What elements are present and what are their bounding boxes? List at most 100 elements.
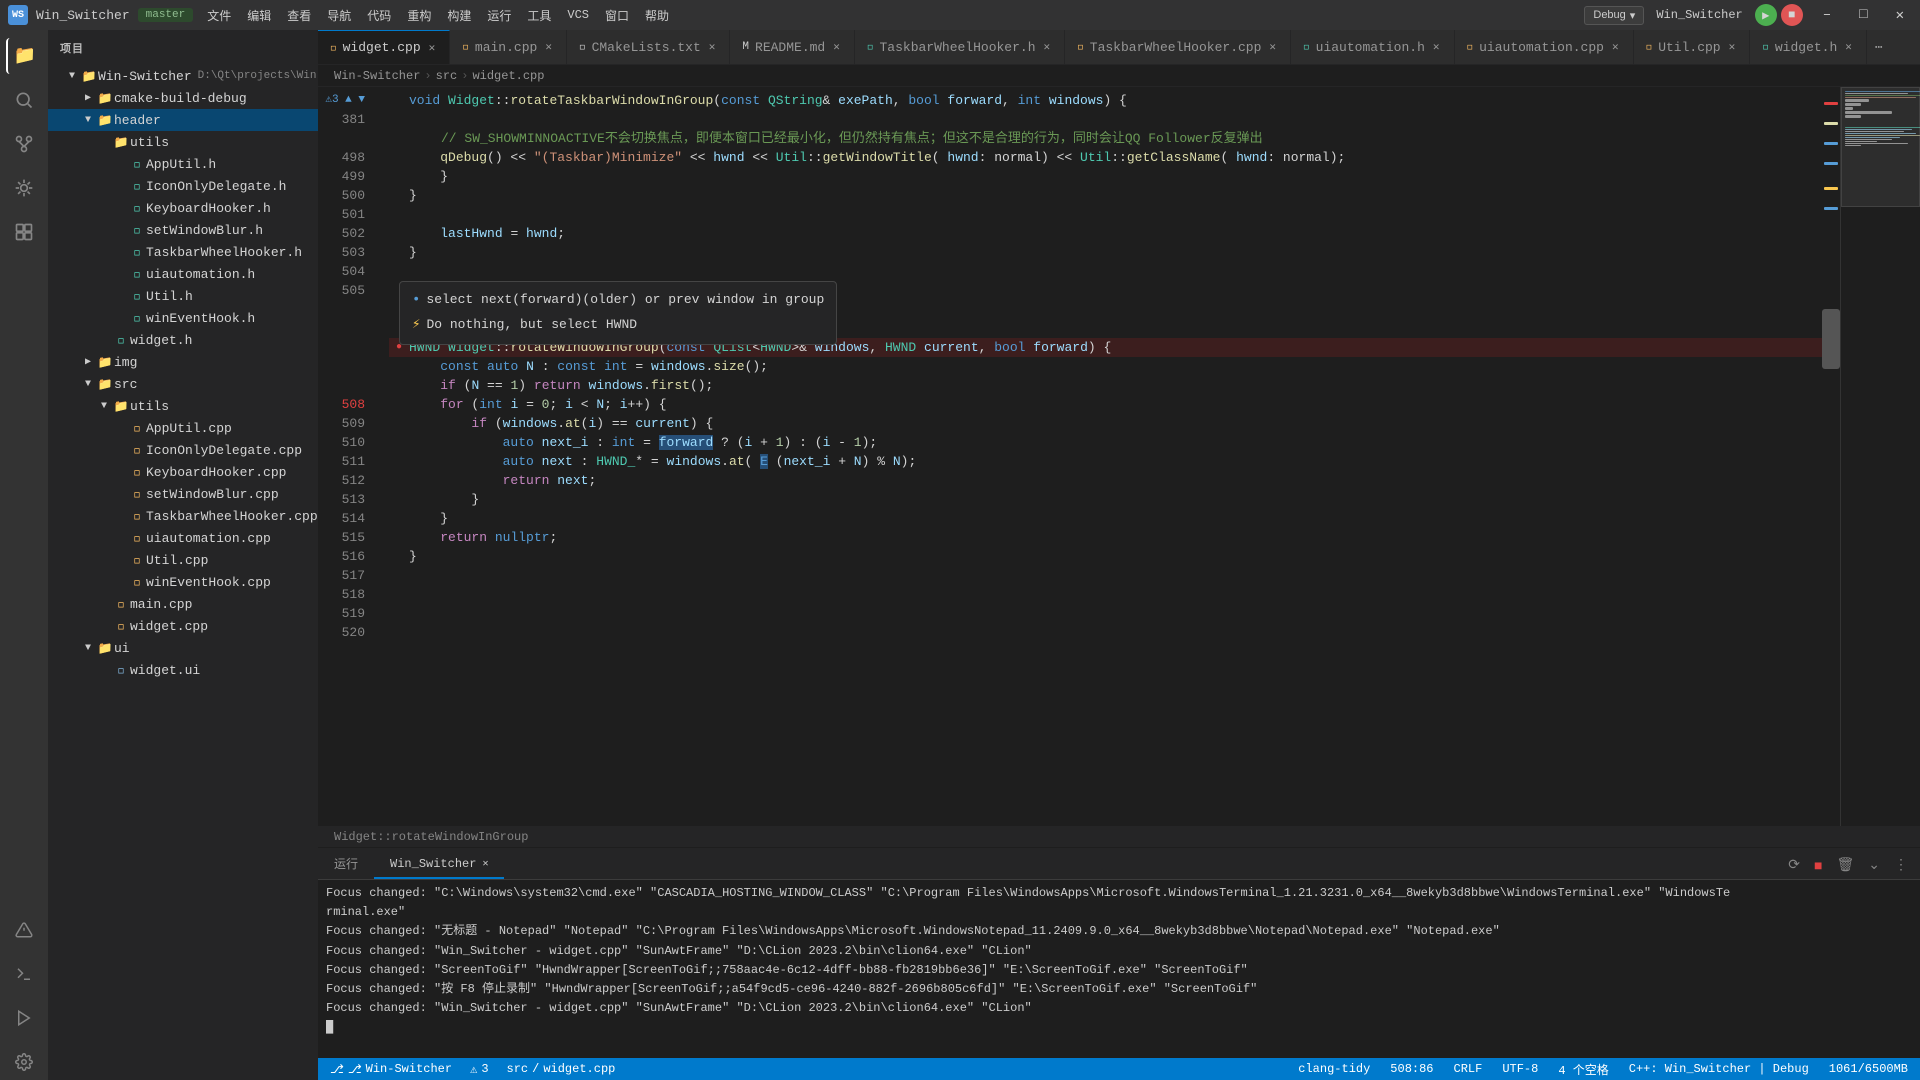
tab-close-button[interactable]: ✕ [1843, 38, 1854, 56]
vertical-scrollbar-thumb[interactable] [1822, 309, 1840, 369]
run-icon[interactable]: ▶ [1755, 4, 1777, 26]
tree-item-util-h[interactable]: ◽ Util.h [48, 285, 318, 307]
tab-util-cpp[interactable]: ◽ Util.cpp ✕ [1634, 30, 1751, 64]
tree-item-keyboard-cpp[interactable]: ◽ KeyboardHooker.cpp [48, 461, 318, 483]
menu-tools[interactable]: 工具 [521, 5, 557, 26]
menu-help[interactable]: 帮助 [639, 5, 675, 26]
tree-item-apputil-h[interactable]: ◽ AppUtil.h [48, 153, 318, 175]
code-area[interactable]: ⚠3 ▲ ▼ 381 498 499 500 501 502 503 504 5… [318, 87, 1840, 826]
tab-close-button[interactable]: ✕ [543, 38, 554, 56]
tree-item-widget-h[interactable]: ◽ widget.h [48, 329, 318, 351]
tree-item-utils-cpp[interactable]: ▼ 📁 utils [48, 395, 318, 417]
tree-item-widget-cpp[interactable]: ◽ widget.cpp [48, 615, 318, 637]
breadcrumb-status[interactable]: src / widget.cpp [503, 1062, 620, 1076]
terminal-output[interactable]: Focus changed: "C:\Windows\system32\cmd.… [318, 880, 1920, 1058]
terminal-prompt[interactable]: █ [326, 1018, 1912, 1037]
tree-item-icononly-h[interactable]: ◽ IconOnlyDelegate.h [48, 175, 318, 197]
tree-item-icononly-cpp[interactable]: ◽ IconOnlyDelegate.cpp [48, 439, 318, 461]
vcs-status[interactable]: ⎇ ⎇ Win-Switcher [326, 1062, 456, 1077]
tree-item-utils-h[interactable]: 📁 utils [48, 131, 318, 153]
tree-item-ui[interactable]: ▼ 📁 ui [48, 637, 318, 659]
restart-button[interactable]: ⟳ [1784, 854, 1804, 875]
indent[interactable]: 4 个空格 [1554, 1061, 1612, 1078]
stop-icon[interactable]: ■ [1781, 4, 1803, 26]
menu-view[interactable]: 查看 [281, 5, 317, 26]
encoding[interactable]: UTF-8 [1498, 1062, 1542, 1076]
code-editor[interactable]: void Widget::rotateTaskbarWindowInGroup(… [373, 87, 1822, 826]
menu-run[interactable]: 运行 [481, 5, 517, 26]
tab-widget-h[interactable]: ◽ widget.h ✕ [1750, 30, 1867, 64]
menu-file[interactable]: 文件 [201, 5, 237, 26]
tab-overflow-button[interactable]: ⋯ [1867, 30, 1891, 64]
tree-item-header[interactable]: ▼ 📁 header [48, 109, 318, 131]
tree-item-uiauto-cpp[interactable]: ◽ uiautomation.cpp [48, 527, 318, 549]
tab-tbwheelhooker-cpp[interactable]: ◽ TaskbarWheelHooker.cpp ✕ [1065, 30, 1291, 64]
tree-item-tbwheel-h[interactable]: ◽ TaskbarWheelHooker.h [48, 241, 318, 263]
menu-refactor[interactable]: 重构 [401, 5, 437, 26]
tab-close-button[interactable]: ✕ [707, 38, 718, 56]
minimap-viewport[interactable] [1841, 87, 1920, 207]
tree-item-apputil-cpp[interactable]: ◽ AppUtil.cpp [48, 417, 318, 439]
menu-code[interactable]: 代码 [361, 5, 397, 26]
tree-item-cmake[interactable]: ▶ 📁 cmake-build-debug [48, 87, 318, 109]
scrollbar-gutter[interactable] [1822, 87, 1840, 826]
menu-edit[interactable]: 编辑 [241, 5, 277, 26]
maximize-button[interactable]: □ [1851, 0, 1875, 30]
tab-close-button[interactable]: ✕ [1431, 38, 1442, 56]
tab-close-button[interactable]: ✕ [1267, 38, 1278, 56]
minimap[interactable] [1840, 87, 1920, 826]
menu-build[interactable]: 构建 [441, 5, 477, 26]
breadcrumb-item-src[interactable]: src [436, 69, 458, 83]
tab-cmakelists[interactable]: ◽ CMakeLists.txt ✕ [567, 30, 730, 64]
activity-warnings[interactable] [6, 912, 42, 948]
linting-status[interactable]: clang-tidy [1294, 1062, 1374, 1076]
tab-close-button[interactable]: ✕ [1610, 38, 1621, 56]
memory-usage[interactable]: 1061/6500MB [1825, 1062, 1912, 1076]
panel-tab-run[interactable]: 运行 [318, 850, 374, 879]
cursor-position[interactable]: 508:86 [1386, 1062, 1437, 1076]
scroll-lock-button[interactable]: ⌄ [1864, 854, 1884, 875]
panel-tab-close-button[interactable]: ✕ [482, 858, 488, 870]
tree-item-util-cpp[interactable]: ◽ Util.cpp [48, 549, 318, 571]
menu-window[interactable]: 窗口 [599, 5, 635, 26]
tree-item-win-switcher[interactable]: ▼ 📁 Win-Switcher D:\Qt\projects\Win-Swit… [48, 65, 318, 87]
panel-tab-win-switcher[interactable]: Win_Switcher ✕ [374, 850, 504, 879]
tree-item-setwnd-h[interactable]: ◽ setWindowBlur.h [48, 219, 318, 241]
tab-uiautomation-h[interactable]: ◽ uiautomation.h ✕ [1291, 30, 1454, 64]
tree-item-setwnd-cpp[interactable]: ◽ setWindowBlur.cpp [48, 483, 318, 505]
tree-item-src[interactable]: ▼ 📁 src [48, 373, 318, 395]
tab-close-button[interactable]: ✕ [427, 39, 438, 57]
tab-close-button[interactable]: ✕ [1727, 38, 1738, 56]
minimize-button[interactable]: – [1815, 0, 1839, 30]
debug-config-button[interactable]: Debug ▾ [1584, 6, 1644, 25]
language[interactable]: C++: Win_Switcher | Debug [1625, 1062, 1813, 1076]
branch-badge[interactable]: master [138, 8, 194, 22]
more-actions-button[interactable]: ⋮ [1890, 854, 1912, 875]
tree-item-winevent-h[interactable]: ◽ winEventHook.h [48, 307, 318, 329]
activity-settings[interactable] [6, 1044, 42, 1080]
activity-terminal[interactable] [6, 956, 42, 992]
tree-item-tbwheel-cpp[interactable]: ◽ TaskbarWheelHooker.cpp [48, 505, 318, 527]
tab-uiautomation-cpp[interactable]: ◽ uiautomation.cpp ✕ [1455, 30, 1634, 64]
tree-item-widget-ui[interactable]: ◽ widget.ui [48, 659, 318, 681]
tab-readme[interactable]: M README.md ✕ [730, 30, 854, 64]
tab-widget-cpp[interactable]: ◽ widget.cpp ✕ [318, 30, 450, 64]
tab-main-cpp[interactable]: ◽ main.cpp ✕ [450, 30, 567, 64]
tree-item-keyboard-h[interactable]: ◽ KeyboardHooker.h [48, 197, 318, 219]
line-ending[interactable]: CRLF [1450, 1062, 1487, 1076]
close-button[interactable]: ✕ [1888, 0, 1912, 30]
tab-close-button[interactable]: ✕ [1042, 38, 1053, 56]
breadcrumb-item-file[interactable]: widget.cpp [472, 69, 544, 83]
breadcrumb-item-root[interactable]: Win-Switcher [334, 69, 420, 83]
activity-run[interactable] [6, 1000, 42, 1036]
activity-search[interactable] [6, 82, 42, 118]
warning-status[interactable]: ⚠ 3 [466, 1062, 492, 1077]
tab-tbwheelhooker-h[interactable]: ◽ TaskbarWheelHooker.h ✕ [855, 30, 1065, 64]
tree-item-uiauto-h[interactable]: ◽ uiautomation.h [48, 263, 318, 285]
activity-vcs[interactable] [6, 126, 42, 162]
stop-button[interactable]: ■ [1810, 855, 1826, 875]
activity-plugins[interactable] [6, 214, 42, 250]
tree-item-winevent-cpp[interactable]: ◽ winEventHook.cpp [48, 571, 318, 593]
menu-nav[interactable]: 导航 [321, 5, 357, 26]
clear-button[interactable]: 🗑 [1832, 854, 1858, 875]
